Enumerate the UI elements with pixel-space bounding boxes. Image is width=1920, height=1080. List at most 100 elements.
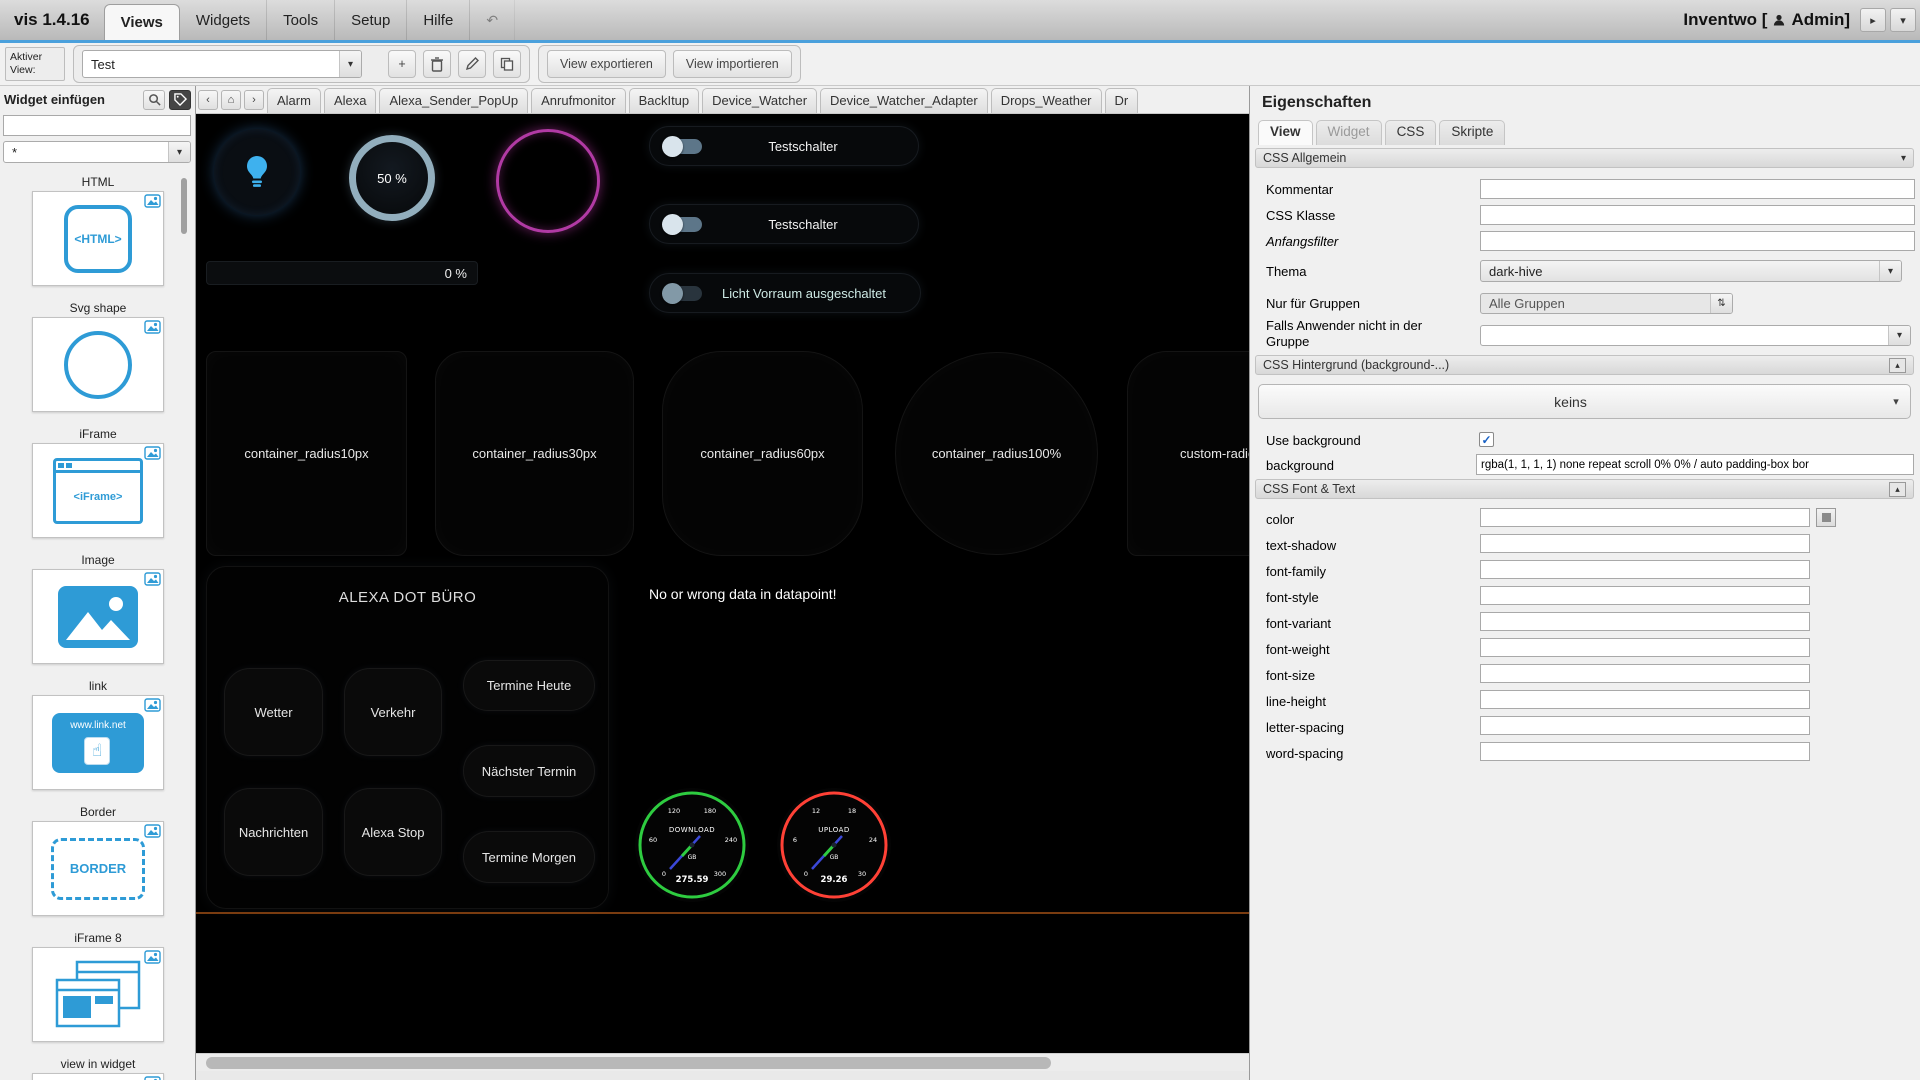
alexa-naechster-termin-button[interactable]: Nächster Termin [463,745,595,797]
light-button-widget[interactable] [214,129,300,215]
view-tab-device-watcher-adapter[interactable]: Device_Watcher_Adapter [820,88,988,113]
switch-widget-1[interactable]: Testschalter [649,126,919,166]
add-view-button[interactable]: + [388,50,416,78]
sidebar-scrollbar-thumb[interactable] [181,178,187,234]
container-radius30[interactable]: container_radius30px [435,351,634,556]
container-radius10[interactable]: container_radius10px [206,351,407,556]
section-css-hintergrund[interactable]: CSS Hintergrund (background-...) ▴ [1255,355,1914,375]
canvas-horizontal-scrollbar[interactable] [196,1053,1249,1071]
menu-tab-views[interactable]: Views [103,4,180,40]
color-input[interactable] [1480,508,1810,527]
switch-widget-2[interactable]: Testschalter [649,204,919,244]
letter-spacing-input[interactable] [1480,716,1810,735]
tabs-scroll-left-button[interactable]: ‹ [198,90,218,110]
widget-category-select[interactable]: * ▾ [3,141,191,163]
alexa-wetter-button[interactable]: Wetter [224,668,323,756]
view-tab-drops-weather[interactable]: Drops_Weather [990,88,1102,113]
tabs-scroll-right-button[interactable]: › [244,90,264,110]
toggle-switch[interactable] [662,282,702,304]
tab-css[interactable]: CSS [1384,120,1437,145]
copy-view-button[interactable] [493,50,521,78]
font-family-input[interactable] [1480,560,1810,579]
thema-select[interactable]: dark-hive ▾ [1480,260,1902,282]
menu-tab-widgets[interactable]: Widgets [180,0,268,40]
background-input[interactable] [1476,454,1914,475]
view-tab-clipped[interactable]: Dr [1104,88,1139,113]
section-css-allgemein[interactable]: CSS Allgemein ▾ [1255,148,1914,168]
menu-tab-hilfe[interactable]: Hilfe [407,0,471,40]
font-style-input[interactable] [1480,586,1810,605]
color-picker-button[interactable] [1816,508,1836,527]
toggle-switch[interactable] [662,135,702,157]
view-import-button[interactable]: View importieren [672,50,792,78]
ring-widget[interactable] [496,129,600,233]
widget-item-border[interactable]: Border BORDER [0,805,195,931]
widget-item-iframe8[interactable]: iFrame 8 [0,931,195,1057]
font-weight-input[interactable] [1480,638,1810,657]
widget-item-svg-shape[interactable]: Svg shape [0,301,195,427]
widget-tag-filter-button[interactable] [169,89,191,110]
widget-item-html[interactable]: HTML <HTML> [0,175,195,301]
tab-skripte[interactable]: Skripte [1439,120,1506,145]
widget-item-link[interactable]: link www.link.net ☝ [0,679,195,805]
container-custom-radius[interactable]: custom-radio_ra [1127,351,1249,556]
widget-filter-input[interactable] [3,115,191,136]
collapse-icon[interactable]: ▴ [1889,357,1906,373]
gauge-tick: 0 [662,870,666,878]
menu-tab-tools[interactable]: Tools [267,0,336,40]
container-radius60[interactable]: container_radius60px [662,351,863,556]
panel-collapse-right-button[interactable]: ▸ [1860,8,1886,32]
widget-item-image[interactable]: Image [0,553,195,679]
container-radius100[interactable]: container_radius100% [895,352,1098,555]
gruppen-select[interactable]: Alle Gruppen ⇅ [1480,293,1733,314]
alexa-termine-heute-button[interactable]: Termine Heute [463,660,595,711]
panel-collapse-down-button[interactable]: ▾ [1890,8,1916,32]
falls-gruppe-select[interactable]: ▾ [1480,325,1911,346]
view-tab-backitup[interactable]: BackItup [628,88,700,113]
menu-tab-setup[interactable]: Setup [335,0,408,40]
view-tab-alexa[interactable]: Alexa [323,88,377,113]
view-export-button[interactable]: View exportieren [547,50,666,78]
widget-item-iframe[interactable]: iFrame <iFrame> [0,427,195,553]
alexa-nachrichten-button[interactable]: Nachrichten [224,788,323,876]
active-view-select[interactable]: Test ▾ [82,50,362,78]
view-toolbar: Aktiver View: Test ▾ + View exportieren … [0,43,1920,86]
view-tab-alexa-sender-popup[interactable]: Alexa_Sender_PopUp [379,88,529,113]
switch-widget-3[interactable]: Licht Vorraum ausgeschaltet [649,273,921,313]
canvas-scrollbar-thumb[interactable] [206,1057,1051,1069]
rename-view-button[interactable] [458,50,486,78]
download-gauge-widget[interactable]: 0 60 120 180 240 300 DOWNLOAD GB 275.59 [632,785,752,905]
view-canvas[interactable]: 50 % Testschalter Testschalter Licht Vor… [196,114,1249,1053]
line-height-input[interactable] [1480,690,1810,709]
thema-label: Thema [1266,264,1307,279]
progress-bar-widget[interactable]: 0 % [206,261,478,285]
view-tab-anrufmonitor[interactable]: Anrufmonitor [531,88,626,113]
anfangsfilter-input[interactable] [1480,231,1915,251]
undo-button[interactable]: ↶ [470,0,516,40]
view-tab-alarm[interactable]: Alarm [267,88,321,113]
collapse-icon[interactable]: ▾ [1901,153,1906,164]
css-klasse-input[interactable] [1480,205,1915,225]
use-background-checkbox[interactable]: ✓ [1479,432,1494,447]
section-css-font-text[interactable]: CSS Font & Text ▴ [1255,479,1914,499]
tab-widget[interactable]: Widget [1315,120,1382,145]
kommentar-input[interactable] [1480,179,1915,199]
alexa-verkehr-button[interactable]: Verkehr [344,668,442,756]
font-variant-input[interactable] [1480,612,1810,631]
tabs-home-button[interactable]: ⌂ [221,90,241,110]
alexa-stop-button[interactable]: Alexa Stop [344,788,442,876]
dimmer-knob-widget[interactable]: 50 % [349,135,435,221]
widget-item-view-in-widget[interactable]: view in widget [0,1057,195,1080]
tab-view[interactable]: View [1258,120,1313,145]
toggle-switch[interactable] [662,213,702,235]
view-tab-device-watcher[interactable]: Device_Watcher [702,88,818,113]
upload-gauge-widget[interactable]: 0 6 12 18 24 30 UPLOAD GB 29.26 [774,785,894,905]
widget-search-button[interactable] [143,89,165,110]
delete-view-button[interactable] [423,50,451,78]
alexa-termine-morgen-button[interactable]: Termine Morgen [463,831,595,883]
word-spacing-input[interactable] [1480,742,1810,761]
text-shadow-input[interactable] [1480,534,1810,553]
background-preset-select[interactable]: keins ▾ [1258,384,1911,419]
collapse-icon[interactable]: ▴ [1889,481,1906,497]
font-size-input[interactable] [1480,664,1810,683]
